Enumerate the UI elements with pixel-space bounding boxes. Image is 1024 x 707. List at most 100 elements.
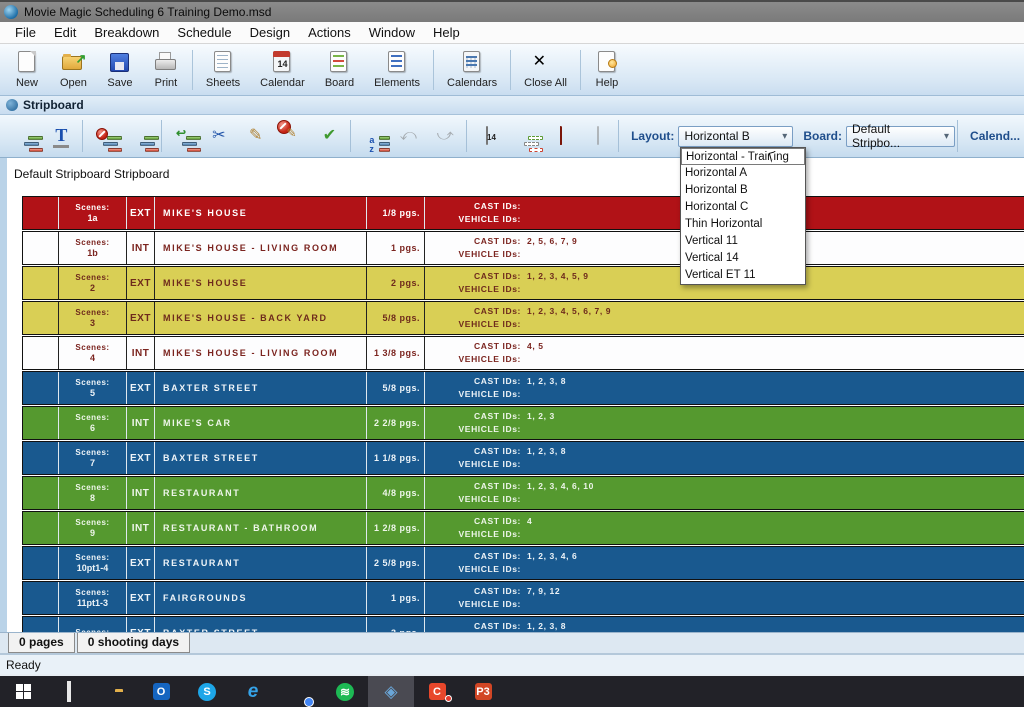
pages-cell: 1 1/8 pgs. xyxy=(366,442,424,474)
scene-number: 9 xyxy=(89,528,95,538)
menu-item-help[interactable]: Help xyxy=(424,23,469,42)
edit-clipboard-button[interactable]: ✎ xyxy=(237,119,274,153)
title-bar[interactable]: Movie Magic Scheduling 6 Training Demo.m… xyxy=(0,0,1024,22)
layout-option[interactable]: Vertical 14 xyxy=(681,250,805,267)
movie-magic-taskbar-button[interactable]: ◈ xyxy=(368,676,414,707)
menu-item-window[interactable]: Window xyxy=(360,23,424,42)
undo-icon: ⤺ xyxy=(399,127,417,144)
skype-taskbar-button[interactable]: S xyxy=(184,676,230,707)
layout-option[interactable]: Horizontal - Training xyxy=(681,148,805,165)
scene-cell: Scenes: 9 xyxy=(58,512,126,544)
outlook-taskbar-button[interactable]: O xyxy=(138,676,184,707)
task-view-taskbar-button[interactable] xyxy=(46,676,92,707)
set-name: MIKE'S HOUSE - LIVING ROOM xyxy=(163,348,339,358)
stripboard-content: Default Stripboard Stripboard Scenes: 1a E… xyxy=(0,158,1024,632)
daybreak-strip-button[interactable] xyxy=(505,119,543,153)
chrome-taskbar-button[interactable] xyxy=(276,676,322,707)
menu-item-design[interactable]: Design xyxy=(241,23,299,42)
save-button[interactable]: Save xyxy=(97,46,143,94)
windows-start-taskbar-button[interactable] xyxy=(0,676,46,707)
help-button[interactable]: Help xyxy=(584,46,630,94)
strip-row[interactable]: Scenes: 10pt1-4 EXT RESTAURANT 2 5/8 pgs. CAS… xyxy=(22,546,1024,580)
vehicle-ids-label: VEHICLE IDs: xyxy=(458,389,521,399)
strip-row[interactable]: Scenes: 1a EXT MIKE'S HOUSE 1/8 pgs. CAST IDs… xyxy=(22,196,1024,230)
powerpoint-taskbar-button[interactable]: P3 xyxy=(460,676,506,707)
redo-button[interactable]: ⤻ xyxy=(427,119,464,153)
strip-row[interactable]: Scenes: 5 EXT BAXTER STREET 5/8 pgs. CAST IDs… xyxy=(22,371,1024,405)
strip-row[interactable]: Scenes: 1b INT MIKE'S HOUSE - LIVING ROOM 1 … xyxy=(22,231,1024,265)
calendars-button[interactable]: Calendars xyxy=(437,46,507,94)
file-explorer-taskbar-button[interactable] xyxy=(92,676,138,707)
strip-row[interactable]: Scenes: EXT BAXTER STREET 3 pgs. CAST IDs: 1,… xyxy=(22,616,1024,632)
sheets-button[interactable]: Sheets xyxy=(196,46,250,94)
strip-row[interactable]: Scenes: 2 EXT MIKE'S HOUSE 2 pgs. CAST IDs: 1,… xyxy=(22,266,1024,300)
undo-button[interactable]: ⤺ xyxy=(390,119,427,153)
menu-item-breakdown[interactable]: Breakdown xyxy=(85,23,168,42)
board-button[interactable]: Board xyxy=(315,46,364,94)
sort-strips-button[interactable]: az xyxy=(353,119,391,154)
send-to-board-button[interactable]: ↩ xyxy=(164,119,201,153)
app-window: Movie Magic Scheduling 6 Training Demo.m… xyxy=(0,0,1024,707)
elements-button[interactable]: Elements xyxy=(364,46,430,94)
print-button[interactable]: Print xyxy=(143,46,189,94)
strip-row[interactable]: Scenes: 11pt1-3 EXT FAIRGROUNDS 1 pgs. CAST I… xyxy=(22,581,1024,615)
delete-strip-button[interactable] xyxy=(85,119,123,153)
strip-row[interactable]: Scenes: 6 INT MIKE'S CAR 2 2/8 pgs. CAST IDs:… xyxy=(22,406,1024,440)
open-button[interactable]: ↗ Open xyxy=(50,46,97,94)
int-ext-value: INT xyxy=(131,417,150,429)
strip-row[interactable]: Scenes: 7 EXT BAXTER STREET 1 1/8 pgs. CAST I… xyxy=(22,441,1024,475)
scene-number: 1a xyxy=(87,213,98,223)
cut-button[interactable]: ✂ xyxy=(200,119,237,153)
layout-option[interactable]: Horizontal A xyxy=(681,165,805,182)
layout-option[interactable]: Vertical 11 xyxy=(681,233,805,250)
strip-row[interactable]: Scenes: 8 INT RESTAURANT 4/8 pgs. CAST IDs: 1,… xyxy=(22,476,1024,510)
menu-item-actions[interactable]: Actions xyxy=(299,23,360,42)
scene-number: 4 xyxy=(89,353,95,363)
banner-text-button[interactable]: T xyxy=(43,119,80,153)
cast-ids-value: 4 xyxy=(527,516,533,526)
grab-strips-button[interactable]: ✔ xyxy=(311,119,348,153)
set-cell: MIKE'S CAR xyxy=(154,407,366,439)
layout-option[interactable]: Horizontal C xyxy=(681,199,805,216)
internet-explorer-taskbar-button[interactable]: e xyxy=(230,676,276,707)
int-ext-value: EXT xyxy=(130,277,151,289)
vehicle-ids-label: VEHICLE IDs: xyxy=(458,354,521,364)
add-strip-button[interactable] xyxy=(6,119,44,153)
calendar-button[interactable]: 14 Calendar xyxy=(250,46,315,94)
skype-icon: S xyxy=(198,682,216,701)
cast-ids-label: CAST IDs: xyxy=(474,236,521,246)
strip-toolbar-separator xyxy=(81,120,83,152)
scene-cell: Scenes: 4 xyxy=(58,337,126,369)
red-books-button[interactable] xyxy=(542,119,579,153)
strip-row[interactable]: Scenes: 3 EXT MIKE'S HOUSE - BACK YARD 5/8 p… xyxy=(22,301,1024,335)
board-select[interactable]: Default Stripbo... ▾ xyxy=(846,122,956,150)
layout-option[interactable]: Thin Horizontal xyxy=(681,216,805,233)
duplicate-strip-button[interactable] xyxy=(122,119,160,153)
stripboard-panel-header[interactable]: Stripboard xyxy=(0,96,1024,115)
sheet-report-button[interactable] xyxy=(579,119,616,153)
menu-item-file[interactable]: File xyxy=(6,23,45,42)
layout-select[interactable]: Horizontal B ▾ xyxy=(678,125,794,147)
vehicle-ids-value xyxy=(521,248,527,261)
spotify-taskbar-button[interactable]: ≋ xyxy=(322,676,368,707)
calendar-day-button[interactable] xyxy=(469,119,506,153)
clear-edit-button[interactable]: ✎ xyxy=(274,119,311,153)
int-ext-value: EXT xyxy=(130,628,151,633)
strip-row[interactable]: Scenes: 4 INT MIKE'S HOUSE - LIVING ROOM 1 3… xyxy=(22,336,1024,370)
strip-row[interactable]: Scenes: 9 INT RESTAURANT - BATHROOM 1 2/8 pg… xyxy=(22,511,1024,545)
screencast-taskbar-button[interactable]: C xyxy=(414,676,460,707)
cast-ids-line: CAST IDs: 1, 2, 3 xyxy=(425,410,1024,423)
layout-option[interactable]: Horizontal B xyxy=(681,182,805,199)
menu-item-schedule[interactable]: Schedule xyxy=(168,23,240,42)
board-header: Default Stripboard Stripboard xyxy=(14,167,170,181)
int-ext-cell: EXT xyxy=(126,617,154,632)
cast-ids-label: CAST IDs: xyxy=(474,446,521,456)
new-button[interactable]: New xyxy=(4,46,50,94)
cast-ids-value: 4, 5 xyxy=(527,341,544,351)
board-icon xyxy=(326,50,352,75)
int-ext-value: EXT xyxy=(130,207,151,219)
layout-option[interactable]: Vertical ET 11 xyxy=(681,267,805,284)
menu-item-edit[interactable]: Edit xyxy=(45,23,85,42)
close-all-button[interactable]: ✕ Close All xyxy=(514,46,577,94)
scenes-label: Scenes: xyxy=(75,378,110,387)
